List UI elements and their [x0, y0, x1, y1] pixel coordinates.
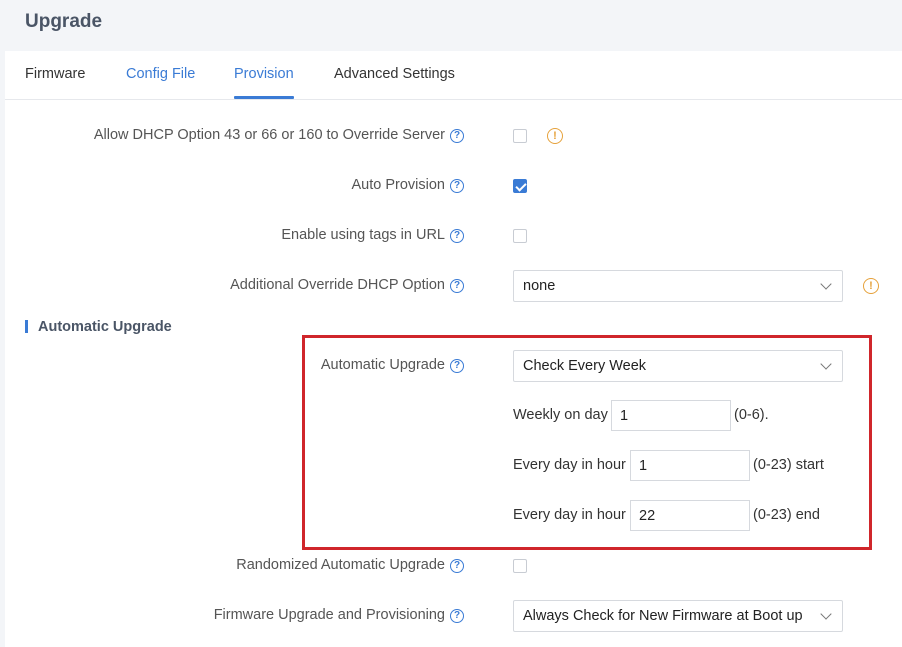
hour-start-label: Every day in hour: [513, 457, 626, 473]
help-icon[interactable]: ?: [450, 279, 464, 293]
randomized-upgrade-checkbox[interactable]: [513, 559, 527, 573]
help-icon[interactable]: ?: [450, 359, 464, 373]
help-icon[interactable]: ?: [450, 129, 464, 143]
content-panel: Firmware Config File Provision Advanced …: [5, 51, 902, 647]
firmware-provisioning-label: Firmware Upgrade and Provisioning: [213, 607, 445, 623]
firmware-provisioning-value: Always Check for New Firmware at Boot up: [523, 608, 803, 624]
help-icon[interactable]: ?: [450, 609, 464, 623]
tags-in-url-checkbox[interactable]: [513, 229, 527, 243]
help-icon[interactable]: ?: [450, 179, 464, 193]
dhcp-override-checkbox[interactable]: [513, 129, 527, 143]
page-header: Upgrade: [0, 0, 902, 46]
tab-config-file[interactable]: Config File: [126, 66, 195, 82]
weekly-day-input[interactable]: [611, 400, 731, 431]
chevron-down-icon: [820, 358, 832, 370]
active-tab-indicator: [234, 96, 294, 99]
hour-end-range-label: (0-23) end: [753, 507, 820, 523]
help-icon[interactable]: ?: [450, 559, 464, 573]
automatic-upgrade-label: Automatic Upgrade: [320, 357, 445, 373]
tab-bar: Firmware Config File Provision Advanced …: [5, 51, 902, 100]
tab-advanced-settings[interactable]: Advanced Settings: [334, 66, 455, 82]
weekly-range-label: (0-6).: [734, 407, 769, 423]
tags-in-url-label: Enable using tags in URL: [281, 227, 445, 243]
dhcp-override-label: Allow DHCP Option 43 or 66 or 160 to Ove…: [93, 127, 445, 143]
firmware-provisioning-select[interactable]: Always Check for New Firmware at Boot up: [513, 600, 843, 632]
randomized-upgrade-label: Randomized Automatic Upgrade: [236, 557, 445, 573]
hour-start-range-label: (0-23) start: [753, 457, 824, 473]
additional-dhcp-value: none: [523, 278, 556, 294]
tab-provision[interactable]: Provision: [234, 66, 294, 82]
chevron-down-icon: [820, 278, 832, 290]
auto-provision-checkbox[interactable]: [513, 179, 527, 193]
weekly-on-day-label: Weekly on day: [513, 407, 608, 423]
page-title: Upgrade: [25, 11, 103, 32]
chevron-down-icon: [820, 608, 832, 620]
section-title: Automatic Upgrade: [38, 319, 172, 335]
additional-dhcp-label: Additional Override DHCP Option: [230, 277, 445, 293]
additional-dhcp-select[interactable]: none: [513, 270, 843, 302]
tab-firmware[interactable]: Firmware: [25, 66, 85, 82]
hour-start-input[interactable]: [630, 450, 750, 481]
automatic-upgrade-value: Check Every Week: [523, 358, 647, 374]
section-accent-bar: [25, 320, 28, 333]
warning-icon[interactable]: !: [547, 128, 563, 144]
hour-end-label: Every day in hour: [513, 507, 626, 523]
warning-icon[interactable]: !: [863, 278, 879, 294]
hour-end-input[interactable]: [630, 500, 750, 531]
automatic-upgrade-select[interactable]: Check Every Week: [513, 350, 843, 382]
help-icon[interactable]: ?: [450, 229, 464, 243]
auto-provision-label: Auto Provision: [351, 177, 446, 193]
